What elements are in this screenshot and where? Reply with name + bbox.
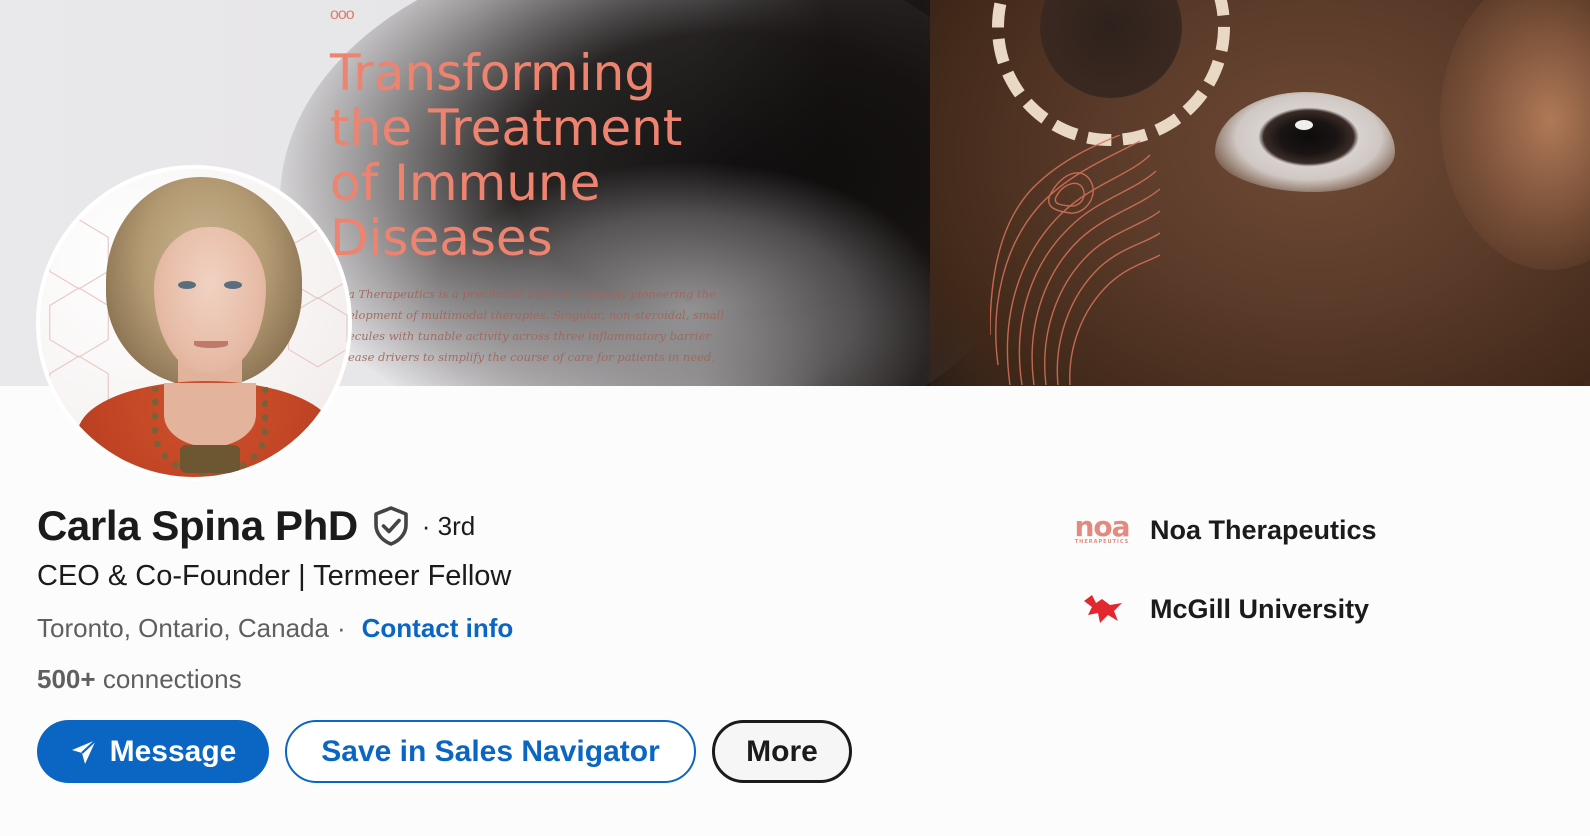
save-in-sales-navigator-button[interactable]: Save in Sales Navigator bbox=[285, 720, 696, 783]
avatar-mouth bbox=[194, 341, 228, 348]
banner-headline: Transforming the Treatment of Immune Dis… bbox=[330, 44, 683, 267]
connections-number: 500+ bbox=[37, 664, 96, 694]
banner-blurb: a Therapeutics is a preclinical biotech … bbox=[348, 287, 724, 364]
banner-contour-lines bbox=[990, 135, 1160, 385]
message-button[interactable]: Message bbox=[37, 720, 269, 783]
noa-logo-subtext: THERAPEUTICS bbox=[1074, 539, 1130, 545]
connections-count[interactable]: 500+ connections bbox=[37, 664, 242, 695]
banner-dots: ooo bbox=[330, 6, 355, 23]
avatar-eye-left bbox=[178, 281, 196, 289]
message-label: Message bbox=[109, 734, 237, 768]
avatar-eye-right bbox=[224, 281, 242, 289]
location-row: Toronto, Ontario, Canada · Contact info bbox=[37, 613, 513, 644]
org-name: Noa Therapeutics bbox=[1150, 514, 1377, 545]
banner-eye-shine bbox=[1295, 120, 1313, 130]
name-row: Carla Spina PhD · 3rd bbox=[37, 502, 475, 550]
avatar-pendant bbox=[180, 445, 240, 473]
send-icon bbox=[70, 738, 98, 766]
verified-shield-icon[interactable] bbox=[372, 506, 410, 546]
profile-name: Carla Spina PhD bbox=[37, 502, 358, 549]
separator-dot: · bbox=[336, 613, 346, 643]
profile-photo[interactable] bbox=[36, 165, 352, 481]
org-mcgill-university[interactable]: McGill University bbox=[1070, 587, 1369, 631]
more-button[interactable]: More bbox=[712, 720, 852, 783]
org-name: McGill University bbox=[1150, 593, 1370, 624]
connection-degree: · 3rd bbox=[421, 510, 476, 541]
red-bird-icon bbox=[1070, 587, 1134, 631]
profile-location: Toronto, Ontario, Canada bbox=[37, 613, 329, 643]
connections-label: connections bbox=[102, 664, 242, 694]
noa-logo: noa THERAPEUTICS bbox=[1070, 508, 1134, 552]
profile-headline: CEO & Co-Founder | Termeer Fellow bbox=[37, 560, 512, 592]
org-noa-therapeutics[interactable]: noa THERAPEUTICS Noa Therapeutics bbox=[1070, 508, 1377, 552]
contact-info-link[interactable]: Contact info bbox=[362, 613, 514, 644]
